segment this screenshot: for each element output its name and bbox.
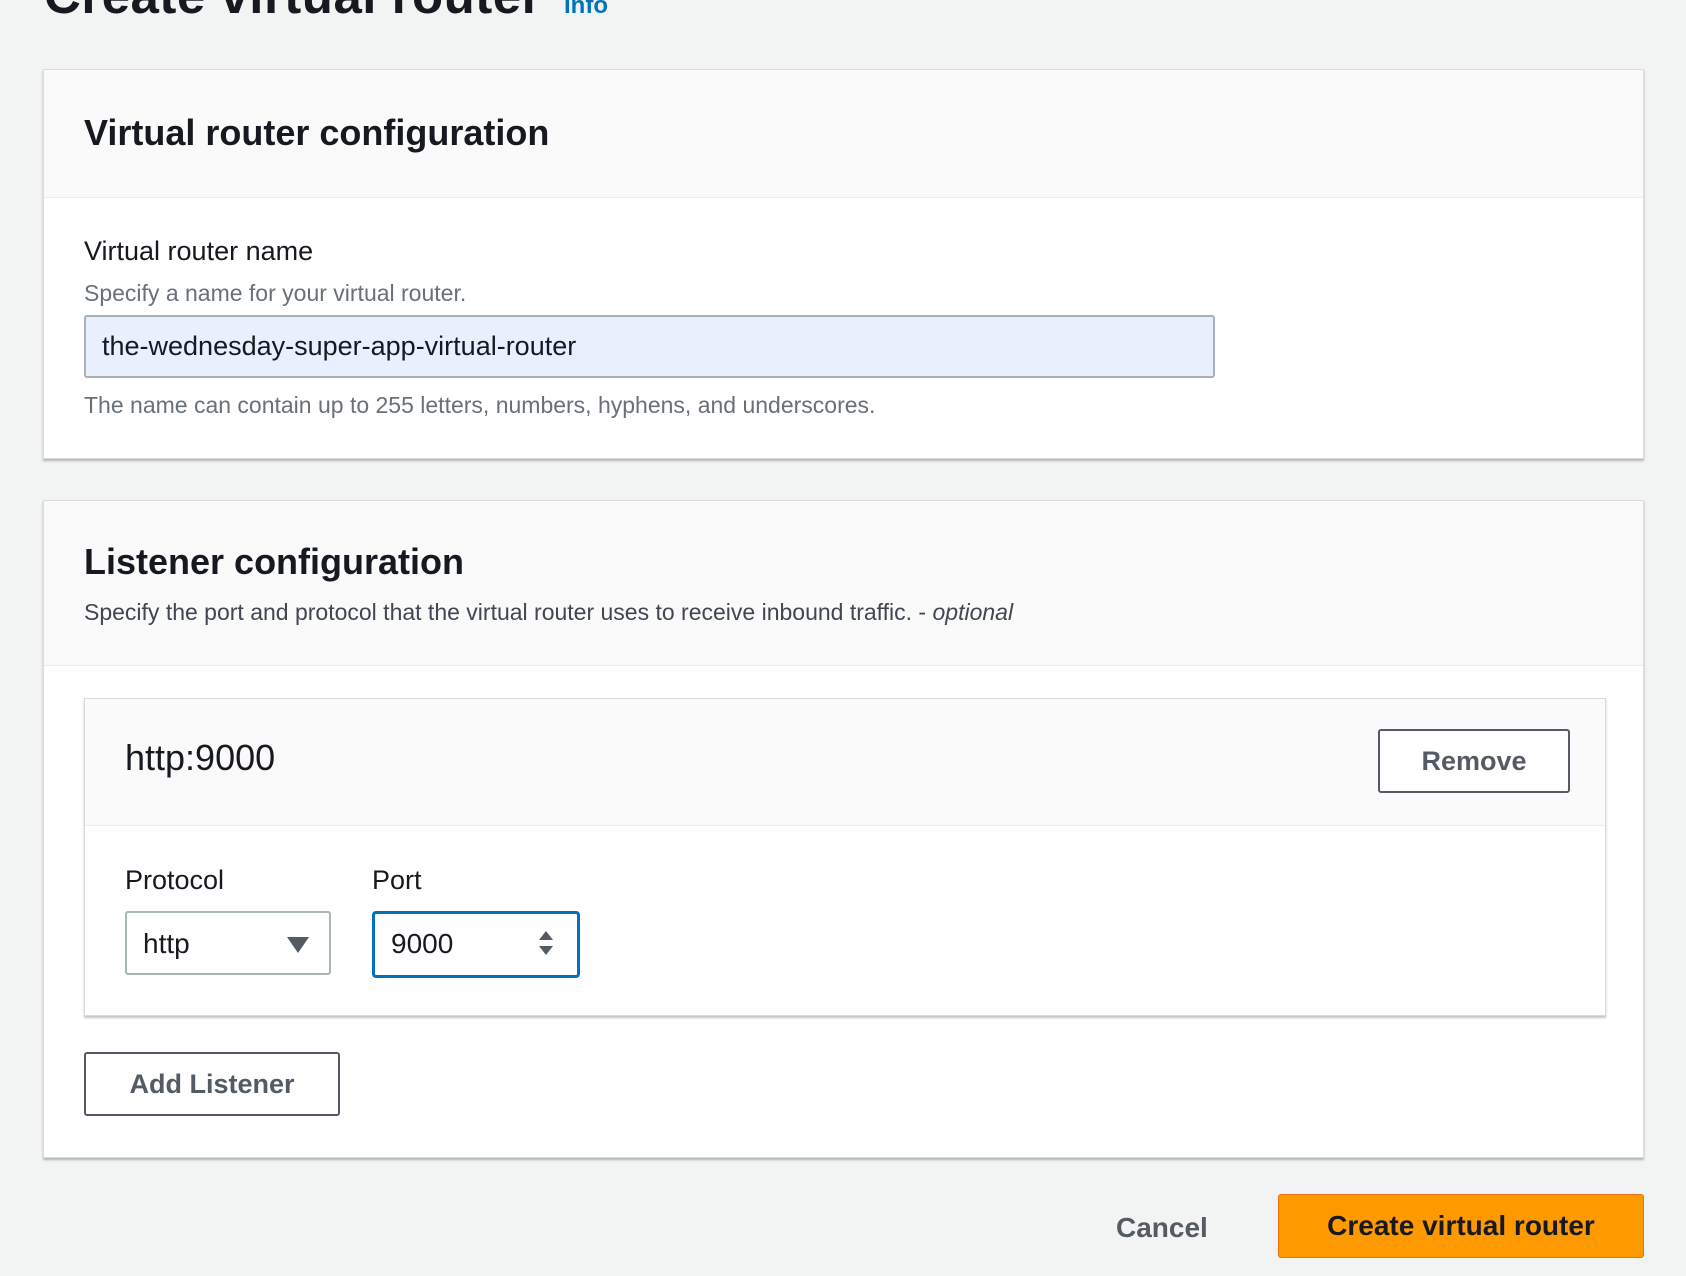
stepper-down-icon[interactable]: [539, 946, 553, 955]
protocol-select[interactable]: http: [125, 911, 331, 975]
virtual-router-name-label: Virtual router name: [84, 236, 314, 266]
page-header: Create virtual router Info: [44, 0, 608, 26]
listener-configuration-title: Listener configuration: [84, 541, 465, 582]
info-link[interactable]: Info: [564, 0, 608, 20]
listener-configuration-panel: Listener configuration Specify the port …: [43, 500, 1644, 1158]
virtual-router-name-constraint: The name can contain up to 255 letters, …: [84, 392, 876, 418]
virtual-router-configuration-title: Virtual router configuration: [84, 112, 550, 153]
optional-label: optional: [932, 599, 1014, 625]
listener-card-title: http:9000: [125, 737, 276, 778]
listener-card-header: http:9000 Remove: [85, 699, 1605, 826]
virtual-router-configuration-panel: Virtual router configuration Virtual rou…: [43, 69, 1644, 459]
stepper-up-icon[interactable]: [539, 931, 553, 940]
listener-description-text: Specify the port and protocol that the v…: [84, 599, 927, 625]
caret-down-icon: [287, 937, 309, 953]
add-listener-button[interactable]: Add Listener: [84, 1052, 340, 1116]
protocol-selected-value: http: [143, 928, 190, 959]
port-label: Port: [372, 865, 422, 895]
protocol-label: Protocol: [125, 865, 225, 895]
remove-listener-button[interactable]: Remove: [1378, 729, 1570, 793]
create-virtual-router-button[interactable]: Create virtual router: [1278, 1194, 1644, 1258]
virtual-router-configuration-header: Virtual router configuration: [44, 70, 1643, 198]
listener-configuration-header: Listener configuration Specify the port …: [44, 501, 1643, 666]
port-stepper[interactable]: [535, 929, 559, 959]
virtual-router-name-input[interactable]: [84, 315, 1215, 378]
port-input[interactable]: [391, 926, 531, 962]
page-title: Create virtual router: [44, 0, 542, 25]
listener-configuration-description: Specify the port and protocol that the v…: [84, 599, 1643, 626]
listener-card: http:9000 Remove Protocol Port http: [84, 698, 1606, 1016]
port-field: [372, 911, 580, 978]
cancel-button[interactable]: Cancel: [1110, 1203, 1214, 1253]
virtual-router-name-description: Specify a name for your virtual router.: [84, 280, 467, 306]
